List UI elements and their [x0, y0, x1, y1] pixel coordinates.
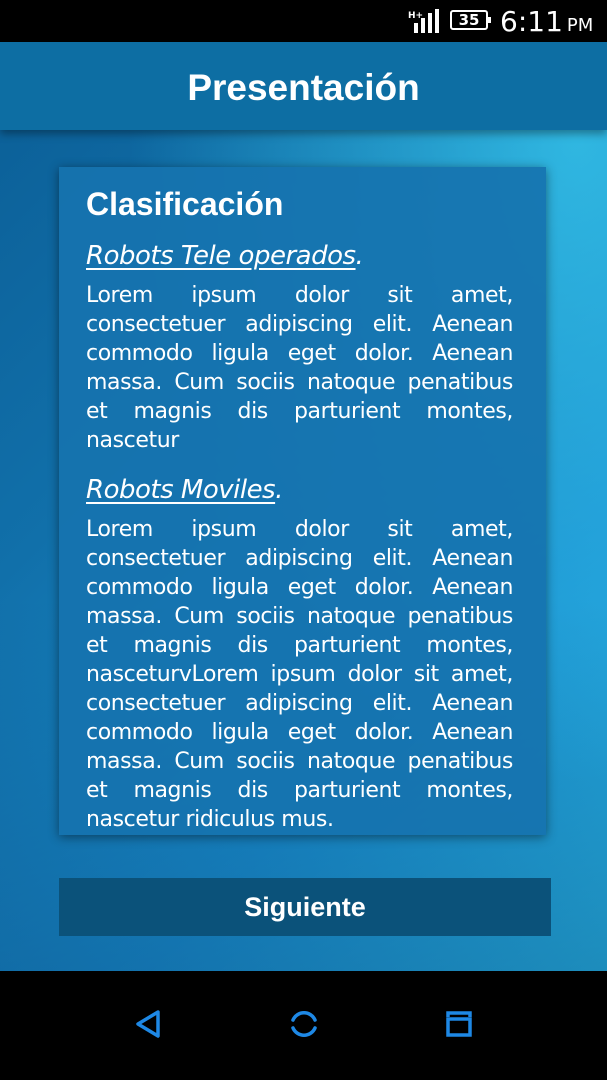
recent-apps-icon — [446, 1011, 472, 1037]
section-heading-teleoperados: Robots Tele operados. — [86, 237, 513, 275]
status-clock: 6:11 PM — [500, 2, 593, 42]
home-button[interactable] — [274, 999, 334, 1049]
app-header: Presentación — [0, 42, 607, 130]
app-screen: Presentación Clasificación Robots Tele o… — [0, 42, 607, 971]
network-type-label: H+ — [408, 11, 423, 21]
home-icon — [291, 1011, 317, 1037]
card-title: Clasificación — [86, 186, 284, 222]
section-body-teleoperados: Lorem ipsum dolor sit amet, consectetuer… — [86, 283, 513, 453]
back-button[interactable] — [118, 999, 178, 1049]
page-title: Presentación — [187, 67, 420, 108]
section-body-moviles: Lorem ipsum dolor sit amet, consectetuer… — [86, 517, 513, 832]
signal-strength-icon: H+ — [408, 9, 439, 33]
recent-apps-button[interactable] — [429, 999, 489, 1049]
section-heading-suffix: . — [275, 475, 283, 505]
status-bar: H+ 35 6:11 PM — [0, 0, 607, 42]
navigation-bar — [0, 971, 607, 1080]
battery-level: 35 — [458, 11, 480, 29]
section-heading-text: Robots Moviles — [86, 475, 276, 505]
back-icon — [136, 1010, 160, 1038]
content-card: Clasificación Robots Tele operados. Lore… — [59, 167, 546, 835]
battery-icon: 35 — [450, 10, 491, 30]
section-heading-moviles: Robots Moviles. — [86, 471, 513, 509]
next-button[interactable]: Siguiente — [59, 878, 551, 936]
clock-time: 6:11 — [500, 5, 563, 38]
section-heading-suffix: . — [355, 241, 364, 271]
clock-ampm: PM — [566, 15, 594, 36]
section-heading-text: Robots Tele operados — [86, 241, 356, 271]
